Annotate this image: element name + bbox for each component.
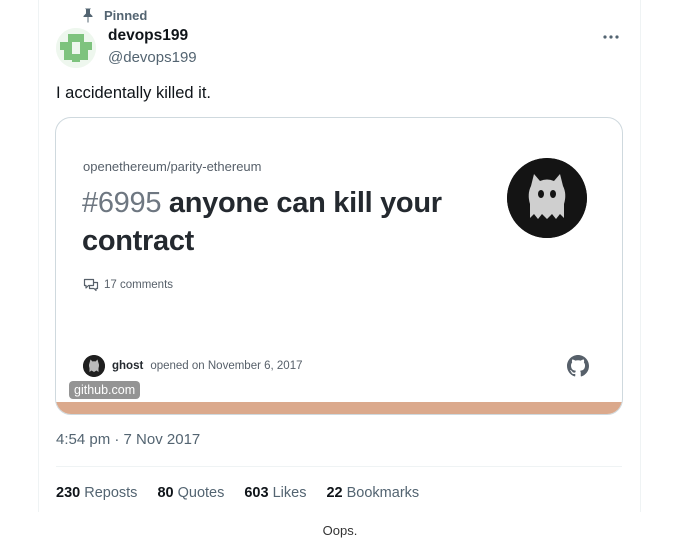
bookmarks-stat[interactable]: 22 Bookmarks (326, 485, 419, 501)
author-display-name[interactable]: devops199 (108, 27, 188, 45)
image-caption: Oops. (322, 523, 358, 538)
bookmarks-label: Bookmarks (346, 485, 420, 501)
card-footer-text: opened on November 6, 2017 (150, 360, 303, 372)
card-issue-title: #6995 anyone can kill your contract (82, 184, 462, 260)
bookmarks-count: 22 (326, 485, 343, 501)
comment-icon (83, 278, 99, 292)
card-comments: 17 comments (83, 278, 173, 292)
likes-count: 603 (244, 485, 269, 501)
link-card[interactable]: openethereum/parity-ethereum #6995 anyon… (55, 117, 623, 415)
pinned-indicator: Pinned (80, 7, 147, 23)
github-icon (567, 355, 589, 377)
more-icon (603, 35, 619, 39)
card-issue-number: #6995 (82, 187, 162, 219)
quotes-count: 80 (157, 485, 174, 501)
card-footer-user: ghost (112, 360, 144, 372)
tweet-text: I accidentally killed it. (56, 84, 211, 102)
author-handle[interactable]: @devops199 (108, 49, 197, 66)
page: Pinned devops199 @devops199 I accidental… (0, 0, 680, 540)
likes-stat[interactable]: 603 Likes (244, 485, 306, 501)
pinned-label: Pinned (104, 7, 148, 23)
card-accent-bar (56, 402, 622, 414)
quotes-stat[interactable]: 80 Quotes (157, 485, 224, 501)
card-comments-count: 17 comments (104, 279, 174, 291)
reposts-stat[interactable]: 230 Reposts (56, 485, 137, 501)
quotes-label: Quotes (177, 485, 225, 501)
ghost-avatar (83, 355, 105, 377)
reposts-count: 230 (56, 485, 81, 501)
engagement-stats: 230 Reposts 80 Quotes 603 Likes 22 Bookm… (56, 485, 419, 501)
pin-icon (83, 8, 93, 23)
card-footer: ghost opened on November 6, 2017 (83, 355, 302, 377)
reposts-label: Reposts (84, 485, 138, 501)
card-domain-label: github.com (69, 381, 141, 399)
ghost-badge-image (507, 158, 587, 238)
more-options-button[interactable] (600, 26, 622, 48)
ghost-octocat-icon (507, 158, 587, 238)
tweet-timestamp[interactable]: 4:54 pm · 7 Nov 2017 (56, 431, 200, 448)
identicon (56, 28, 96, 68)
divider (56, 466, 622, 467)
likes-label: Likes (272, 485, 307, 501)
avatar[interactable] (56, 28, 96, 68)
card-repo-path: openethereum/parity-ethereum (83, 159, 262, 174)
